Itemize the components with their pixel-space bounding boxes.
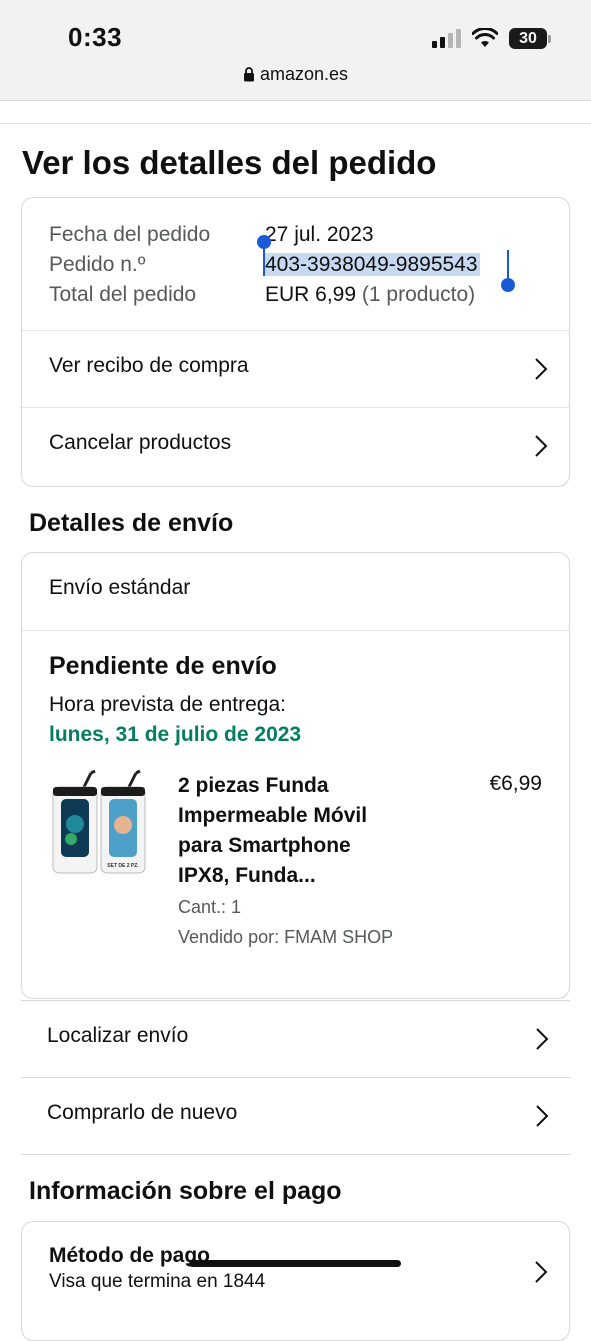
product-image[interactable]: SET DE 2 PZ. [49, 769, 155, 877]
chevron-right-icon [535, 1261, 548, 1283]
selection-start-handle[interactable] [257, 235, 271, 249]
buy-again-row[interactable]: Comprarlo de nuevo [21, 1077, 570, 1155]
product-price: €6,99 [489, 772, 542, 795]
buy-again-label: Comprarlo de nuevo [47, 1101, 238, 1124]
page-title: Ver los detalles del pedido [22, 144, 437, 181]
shipping-section-title: Detalles de envío [29, 509, 234, 537]
battery-tip [548, 35, 551, 43]
shipping-status: Pendiente de envío [49, 652, 277, 680]
battery-icon: 30 [509, 28, 547, 49]
product-title[interactable]: 2 piezas Funda Impermeable Móvil para Sm… [178, 771, 418, 891]
order-summary-card: Fecha del pedido Pedido n.º Total del pe… [21, 197, 570, 487]
product-title-line: para Smartphone [178, 834, 351, 857]
chevron-right-icon [536, 1105, 549, 1127]
shipping-card: Envío estándar Pendiente de envío Hora p… [21, 552, 570, 999]
home-indicator[interactable] [189, 1260, 401, 1267]
chevron-right-icon [535, 435, 548, 457]
product-quantity: Cant.: 1 [178, 897, 242, 917]
payment-method-label: Método de pago [49, 1244, 210, 1267]
lock-icon [243, 67, 254, 82]
cancel-products-label: Cancelar productos [49, 431, 232, 454]
track-shipment-row[interactable]: Localizar envío [21, 1000, 570, 1078]
shipping-type: Envío estándar [49, 576, 191, 599]
payment-section-title: Información sobre el pago [29, 1177, 342, 1205]
product-image-caption: SET DE 2 PZ. [107, 863, 139, 869]
summary-values: 27 jul. 2023 403-3938049-9895543 EUR 6,9… [265, 220, 480, 310]
product-title-line: 2 piezas Funda [178, 774, 329, 797]
order-number-label: Pedido n.º [49, 253, 146, 276]
cancel-products-row[interactable]: Cancelar productos [22, 407, 569, 485]
payment-method-value: Visa que termina en 1844 [49, 1271, 266, 1292]
order-date-value: 27 jul. 2023 [265, 223, 374, 246]
divider [21, 1154, 570, 1155]
order-item-count: (1 producto) [361, 283, 476, 306]
payment-card[interactable]: Método de pago Visa que termina en 1844 [21, 1221, 570, 1341]
receipt-row[interactable]: Ver recibo de compra [22, 330, 569, 408]
url-text: amazon.es [259, 64, 349, 84]
cellular-signal-icon [432, 29, 462, 48]
delivery-eta-date: lunes, 31 de julio de 2023 [49, 723, 302, 746]
product-seller: Vendido por: FMAM SHOP [178, 927, 394, 947]
chevron-right-icon [535, 358, 548, 380]
chevron-right-icon [536, 1028, 549, 1050]
clock: 0:33 [68, 22, 123, 52]
summary-labels: Fecha del pedido Pedido n.º Total del pe… [49, 220, 210, 310]
address-bar[interactable]: amazon.es [0, 64, 591, 85]
delivery-eta-label: Hora prevista de entrega: [49, 693, 286, 716]
order-total-value: EUR 6,99 [265, 283, 357, 306]
product-title-line: Impermeable Móvil [178, 804, 368, 827]
wifi-icon [472, 28, 498, 47]
header-divider [0, 123, 591, 124]
order-total-label: Total del pedido [49, 283, 197, 306]
order-date-label: Fecha del pedido [49, 223, 211, 246]
product-title-line: IPX8, Funda... [178, 864, 316, 887]
browser-status-bar: 0:33 30 amazon.es [0, 0, 591, 101]
order-number-value[interactable]: 403-3938049-9895543 [265, 253, 480, 276]
shipping-divider [22, 630, 569, 631]
track-shipment-label: Localizar envío [47, 1024, 189, 1047]
selection-end-handle[interactable] [501, 278, 515, 292]
receipt-label: Ver recibo de compra [49, 354, 249, 377]
